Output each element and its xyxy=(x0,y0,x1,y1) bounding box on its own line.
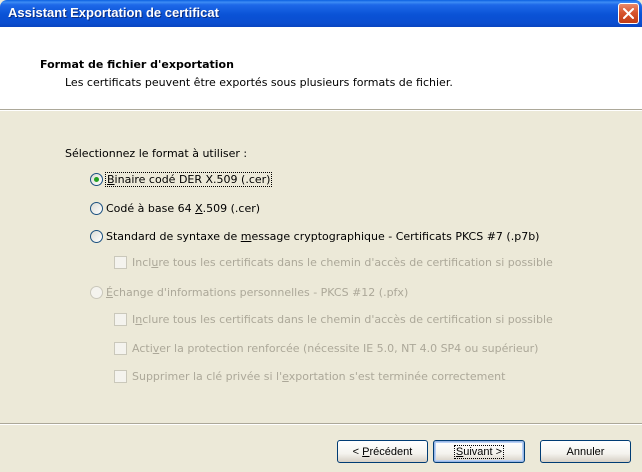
checkbox-pkcs7-include-all[interactable]: Inclure tous les certificats dans le che… xyxy=(114,256,553,269)
radio-der-label: Binaire codé DER X.509 (.cer) xyxy=(104,172,273,187)
checkbox[interactable] xyxy=(114,313,127,326)
close-button[interactable] xyxy=(618,3,639,24)
radio-pfx[interactable]: Échange d'informations personnelles - PK… xyxy=(90,286,408,299)
wizard-header: Format de fichier d'exportation Les cert… xyxy=(0,27,642,109)
checkbox-pfx-include-label: Inclure tous les certificats dans le che… xyxy=(132,313,553,326)
radio-base64-label: Codé à base 64 X.509 (.cer) xyxy=(106,202,261,215)
title-bar[interactable]: Assistant Exportation de certificat xyxy=(0,0,642,27)
checkbox-strong-protection-label: Activer la protection renforcée (nécessi… xyxy=(132,342,539,355)
format-prompt-label: Sélectionnez le format à utiliser : xyxy=(65,147,248,160)
radio-button[interactable] xyxy=(90,230,103,243)
radio-base64[interactable]: Codé à base 64 X.509 (.cer) xyxy=(90,202,260,215)
export-wizard-dialog: Assistant Exportation de certificat Form… xyxy=(0,0,642,472)
checkbox-pfx-include-all[interactable]: Inclure tous les certificats dans le che… xyxy=(114,313,553,326)
cancel-button[interactable]: Annuler xyxy=(540,440,631,463)
window-title: Assistant Exportation de certificat xyxy=(8,5,219,20)
checkbox-delete-private-key-label: Supprimer la clé privée si l'exportation… xyxy=(132,370,506,383)
checkbox-strong-protection[interactable]: Activer la protection renforcée (nécessi… xyxy=(114,342,538,355)
checkbox[interactable] xyxy=(114,370,127,383)
back-button[interactable]: < Précédent xyxy=(337,440,428,463)
footer-divider xyxy=(0,423,642,425)
radio-pfx-label: Échange d'informations personnelles - PK… xyxy=(106,286,409,299)
radio-button[interactable] xyxy=(90,202,103,215)
radio-pkcs7[interactable]: Standard de syntaxe de message cryptogra… xyxy=(90,230,539,243)
next-button[interactable]: Suivant > xyxy=(433,440,525,463)
header-divider xyxy=(0,109,642,111)
page-title: Format de fichier d'exportation xyxy=(40,58,234,71)
checkbox-delete-private-key[interactable]: Supprimer la clé privée si l'exportation… xyxy=(114,370,505,383)
page-subtitle: Les certificats peuvent être exportés so… xyxy=(65,76,453,89)
close-x-icon xyxy=(623,8,634,19)
radio-button-selected[interactable] xyxy=(90,173,103,186)
radio-pkcs7-label: Standard de syntaxe de message cryptogra… xyxy=(106,230,540,243)
radio-der-binary[interactable]: Binaire codé DER X.509 (.cer) xyxy=(90,172,273,187)
checkbox-pkcs7-include-label: Inclure tous les certificats dans le che… xyxy=(132,256,553,269)
radio-button-disabled[interactable] xyxy=(90,286,103,299)
checkbox[interactable] xyxy=(114,256,127,269)
checkbox[interactable] xyxy=(114,342,127,355)
